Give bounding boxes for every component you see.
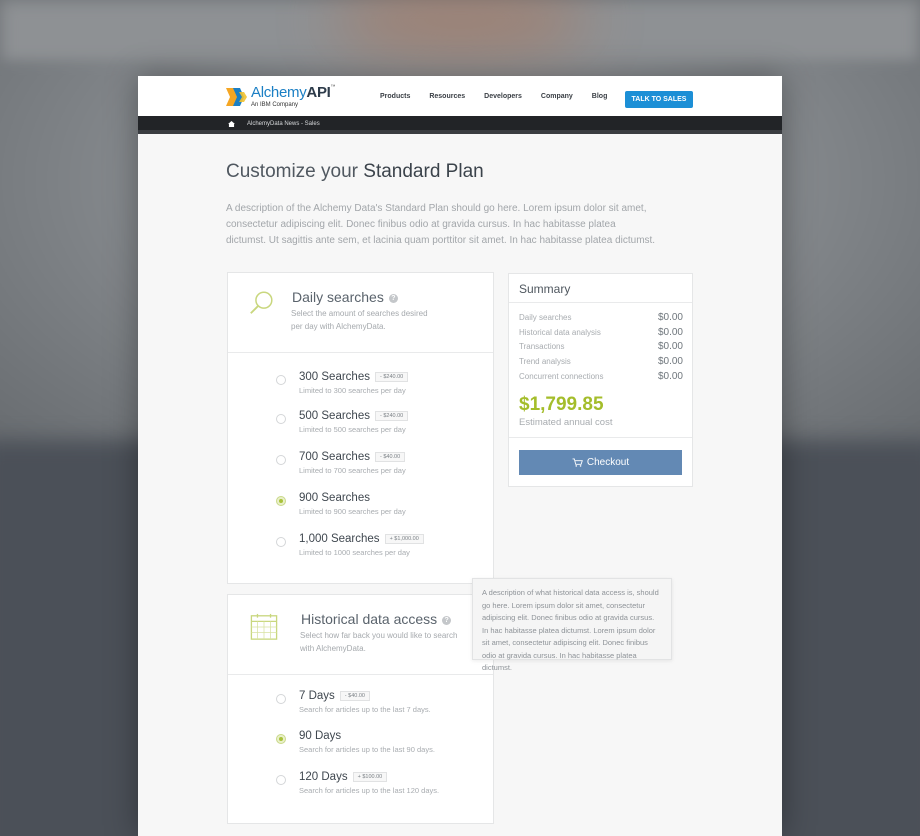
option-label-text: 1,000 Searches xyxy=(299,533,380,545)
breadcrumb-label[interactable]: AlchemyData News - Sales xyxy=(247,121,320,127)
option-note: Limited to 900 searches per day xyxy=(299,507,406,516)
option-label: 1,000 Searches + $1,000.00 xyxy=(299,533,424,545)
page-title: Customize your Standard Plan xyxy=(226,161,484,183)
radio-300-searches[interactable] xyxy=(276,375,286,385)
logo-name-part2: API xyxy=(306,84,331,101)
summary-divider xyxy=(509,437,692,438)
page-description: A description of the Alchemy Data's Stan… xyxy=(226,203,656,246)
info-icon[interactable]: ? xyxy=(388,294,398,303)
daily-searches-card: Daily searches? Select the amount of sea… xyxy=(227,272,494,584)
option-label: 300 Searches - $240.00 xyxy=(299,371,409,383)
option-label: 90 Days xyxy=(299,730,341,742)
option-label-text: 7 Days xyxy=(299,690,335,702)
price-badge: - $240.00 xyxy=(374,411,409,421)
summary-row-historical: Historical data analysis $0.00 xyxy=(519,327,683,338)
magnifier-icon xyxy=(250,291,273,314)
cart-icon xyxy=(572,458,583,467)
checkout-button[interactable]: Checkout xyxy=(519,450,682,475)
daily-searches-title-text: Daily searches xyxy=(292,289,384,305)
summary-row-value: $0.00 xyxy=(657,327,683,338)
summary-row-concurrent: Concurrent connections $0.00 xyxy=(519,371,683,382)
option-note: Limited to 700 searches per day xyxy=(299,466,406,475)
option-label-text: 300 Searches xyxy=(299,371,370,383)
historical-data-header: Historical data access? Select how far b… xyxy=(228,595,493,675)
summary-card: Summary Daily searches $0.00 Historical … xyxy=(508,273,693,487)
estimated-total: $1,799.85 xyxy=(519,394,604,415)
option-label-text: 700 Searches xyxy=(299,451,370,463)
option-label-text: 500 Searches xyxy=(299,410,370,422)
summary-row-value: $0.00 xyxy=(657,312,683,323)
option-label: 700 Searches - $40.00 xyxy=(299,451,406,463)
historical-info-tooltip: A description of what historical data ac… xyxy=(472,578,672,672)
price-badge: - $40.00 xyxy=(339,691,370,701)
summary-row-transactions: Transactions $0.00 xyxy=(519,341,683,352)
summary-row-daily-searches: Daily searches $0.00 xyxy=(519,312,683,323)
nav-company[interactable]: Company xyxy=(541,93,573,100)
radio-120-days[interactable] xyxy=(276,775,286,785)
nav-developers[interactable]: Developers xyxy=(484,93,522,100)
logo-name-part1: Alchemy xyxy=(251,84,307,101)
option-label-text: 120 Days xyxy=(299,771,348,783)
option-label: 120 Days + $100.00 xyxy=(299,771,388,783)
radio-900-searches[interactable] xyxy=(276,496,286,506)
home-icon[interactable] xyxy=(228,121,235,127)
logo-subtitle: An IBM Company xyxy=(251,102,299,108)
option-label-text: 900 Searches xyxy=(299,492,370,504)
price-badge: + $100.00 xyxy=(352,772,388,782)
radio-700-searches[interactable] xyxy=(276,455,286,465)
radio-90-days[interactable] xyxy=(276,734,286,744)
price-badge: + $1,000.00 xyxy=(384,534,424,544)
nav-blog[interactable]: Blog xyxy=(592,93,608,100)
info-icon[interactable]: ? xyxy=(442,616,452,625)
top-nav-bar: AlchemyAPI™ An IBM Company Products Reso… xyxy=(138,76,782,116)
option-label: 500 Searches - $240.00 xyxy=(299,410,409,422)
daily-searches-subtitle: Select the amount of searches desired pe… xyxy=(291,309,428,331)
nav-resources[interactable]: Resources xyxy=(429,93,465,100)
summary-row-label: Transactions xyxy=(519,342,565,351)
option-label: 7 Days - $40.00 xyxy=(299,690,370,702)
summary-row-trend-analysis: Trend analysis $0.00 xyxy=(519,356,683,367)
summary-row-value: $0.00 xyxy=(657,341,683,352)
summary-row-label: Daily searches xyxy=(519,313,572,322)
radio-500-searches[interactable] xyxy=(276,414,286,424)
talk-to-sales-button[interactable]: TALK TO SALES xyxy=(625,91,693,108)
breadcrumb: AlchemyData News - Sales xyxy=(138,116,782,134)
price-badge: - $240.00 xyxy=(374,372,409,382)
summary-header: Summary xyxy=(509,274,692,303)
radio-1000-searches[interactable] xyxy=(276,537,286,547)
main-nav: Products Resources Developers Company Bl… xyxy=(380,76,626,116)
historical-data-card: Historical data access? Select how far b… xyxy=(227,594,494,824)
nav-products[interactable]: Products xyxy=(380,93,410,100)
option-note: Limited to 300 searches per day xyxy=(299,386,406,395)
logo-trademark: ™ xyxy=(330,84,336,90)
historical-data-title: Historical data access? xyxy=(301,611,452,627)
checkout-label: Checkout xyxy=(586,457,630,468)
price-badge: - $40.00 xyxy=(374,452,406,462)
page-title-light: Customize your xyxy=(226,161,364,182)
page-title-bold: Standard Plan xyxy=(363,161,484,182)
option-label: 900 Searches xyxy=(299,492,370,504)
summary-row-label: Concurrent connections xyxy=(519,372,604,381)
summary-row-label: Historical data analysis xyxy=(519,328,601,337)
estimated-total-label: Estimated annual cost xyxy=(519,417,613,428)
alchemyapi-logo[interactable]: AlchemyAPI™ An IBM Company xyxy=(226,84,336,108)
historical-data-subtitle: Select how far back you would like to se… xyxy=(300,631,458,653)
summary-row-label: Trend analysis xyxy=(519,357,571,366)
option-label-text: 90 Days xyxy=(299,730,342,742)
historical-data-title-text: Historical data access xyxy=(301,611,438,627)
calendar-icon xyxy=(250,613,278,640)
option-note: Search for articles up to the last 120 d… xyxy=(299,786,440,795)
summary-row-value: $0.00 xyxy=(657,356,683,367)
option-note: Limited to 1000 searches per day xyxy=(299,548,410,557)
option-note: Search for articles up to the last 7 day… xyxy=(299,705,431,714)
logo-mark-icon xyxy=(226,87,247,106)
browser-window: AlchemyAPI™ An IBM Company Products Reso… xyxy=(138,76,782,836)
option-note: Limited to 500 searches per day xyxy=(299,425,406,434)
summary-title: Summary xyxy=(519,282,571,296)
option-note: Search for articles up to the last 90 da… xyxy=(299,745,435,754)
daily-searches-title: Daily searches? xyxy=(292,289,398,305)
daily-searches-header: Daily searches? Select the amount of sea… xyxy=(228,273,493,353)
radio-7-days[interactable] xyxy=(276,694,286,704)
summary-row-value: $0.00 xyxy=(657,371,683,382)
